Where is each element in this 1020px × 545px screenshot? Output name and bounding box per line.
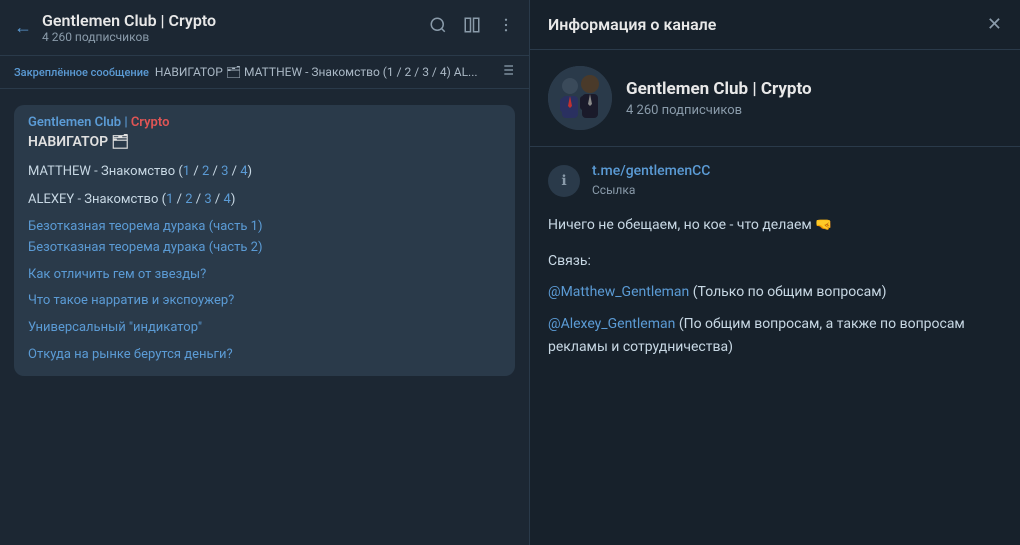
alexey-link-3[interactable]: 3 [204,192,211,207]
navigator-title: НАВИГАТОР 🗂 [28,134,501,150]
links-section-3: Что такое нарратив и экспоужер? [28,291,501,312]
right-panel-title: Информация о канале [548,15,716,34]
matthew-link-4[interactable]: 4 [240,164,247,179]
link-label: Ссылка [592,183,635,197]
contact2-mention[interactable]: @Alexey_Gentleman [548,316,675,332]
more-icon[interactable] [497,16,515,39]
header-icons [429,16,515,39]
channel-info-header: Gentlemen Club | Crypto 4 260 подписчико… [530,50,1020,147]
alexey-section: ALEXEY - Знакомство (1 / 2 / 3 / 4) [28,188,501,210]
alexey-link-2[interactable]: 2 [185,192,192,207]
message-bubble: Gentlemen Club | Crypto НАВИГАТОР 🗂 MATT… [14,105,515,376]
contact2-row: @Alexey_Gentleman (По общим вопросам, а … [548,313,1002,358]
info-body: ℹ t.me/gentlemenCC Ссылка Ничего не обещ… [530,147,1020,545]
links-section: Безотказная теорема дурака (часть 1) Без… [28,217,501,259]
alexey-label: ALEXEY - Знакомство (1 / 2 / 3 / 4) [28,192,235,207]
channel-link[interactable]: t.me/gentlemenCC [592,163,710,179]
matthew-label: MATTHEW - Знакомство (1 / 2 / 3 / 4) [28,164,252,179]
matthew-link-3[interactable]: 3 [221,164,228,179]
left-panel: ← Gentlemen Club | Crypto 4 260 подписчи… [0,0,530,545]
pinned-message-bar[interactable]: Закреплённое сообщение НАВИГАТОР 🗂 MATTH… [0,56,529,89]
header-info: Gentlemen Club | Crypto 4 260 подписчико… [42,11,429,44]
close-button[interactable]: ✕ [987,14,1002,35]
link-item-4[interactable]: Универсальный "индикатор" [28,318,501,339]
matthew-section: MATTHEW - Знакомство (1 / 2 / 3 / 4) [28,160,501,182]
matthew-link-2[interactable]: 2 [202,164,209,179]
channel-title: Gentlemen Club | Crypto [42,11,429,30]
alexey-link-1[interactable]: 1 [166,192,173,207]
channel-description: Ничего не обещаем, но кое - что делаем 🤜 [548,214,1002,236]
info-icon: ℹ [548,165,580,197]
columns-icon[interactable] [463,16,481,39]
matthew-link-1[interactable]: 1 [183,164,190,179]
contact1-text: (Только по общим вопросам) [689,284,886,300]
contacts-section: Связь: @Matthew_Gentleman (Только по общ… [548,250,1002,358]
link-item-3[interactable]: Что такое нарратив и экспоужер? [28,291,501,312]
links-section-2: Как отличить гем от звезды? [28,265,501,286]
links-section-4: Универсальный "индикатор" [28,318,501,339]
link-item-1[interactable]: Безотказная теорема дурака (часть 2) [28,238,501,259]
right-header: Информация о канале ✕ [530,0,1020,50]
sender-name: Gentlemen Club | Crypto [28,115,501,130]
channel-subscriber-count: 4 260 подписчиков [626,103,812,118]
pinned-label: Закреплённое сообщение [14,66,149,79]
links-section-5: Откуда на рынке берутся деньги? [28,345,501,366]
contacts-header: Связь: [548,250,1002,272]
pin-list-icon [499,62,515,82]
link-row: ℹ t.me/gentlemenCC Ссылка [548,163,1002,198]
subscriber-count: 4 260 подписчиков [42,30,429,44]
channel-header: ← Gentlemen Club | Crypto 4 260 подписчи… [0,0,529,56]
contact1-mention[interactable]: @Matthew_Gentleman [548,284,689,300]
alexey-link-4[interactable]: 4 [224,192,231,207]
search-icon[interactable] [429,16,447,39]
link-item-5[interactable]: Откуда на рынке берутся деньги? [28,345,501,366]
channel-avatar [548,66,612,130]
message-area: Gentlemen Club | Crypto НАВИГАТОР 🗂 MATT… [0,89,529,545]
link-item-2[interactable]: Как отличить гем от звезды? [28,265,501,286]
right-panel: Информация о канале ✕ [530,0,1020,545]
link-item-0[interactable]: Безотказная теорема дурака (часть 1) [28,217,501,238]
link-content: t.me/gentlemenCC Ссылка [592,163,710,198]
pinned-text: НАВИГАТОР 🗂 MATTHEW - Знакомство (1 / 2 … [155,65,491,79]
contact1-row: @Matthew_Gentleman (Только по общим вопр… [548,281,1002,303]
channel-text-info: Gentlemen Club | Crypto 4 260 подписчико… [626,79,812,118]
back-button[interactable]: ← [14,17,32,38]
channel-name: Gentlemen Club | Crypto [626,79,812,99]
